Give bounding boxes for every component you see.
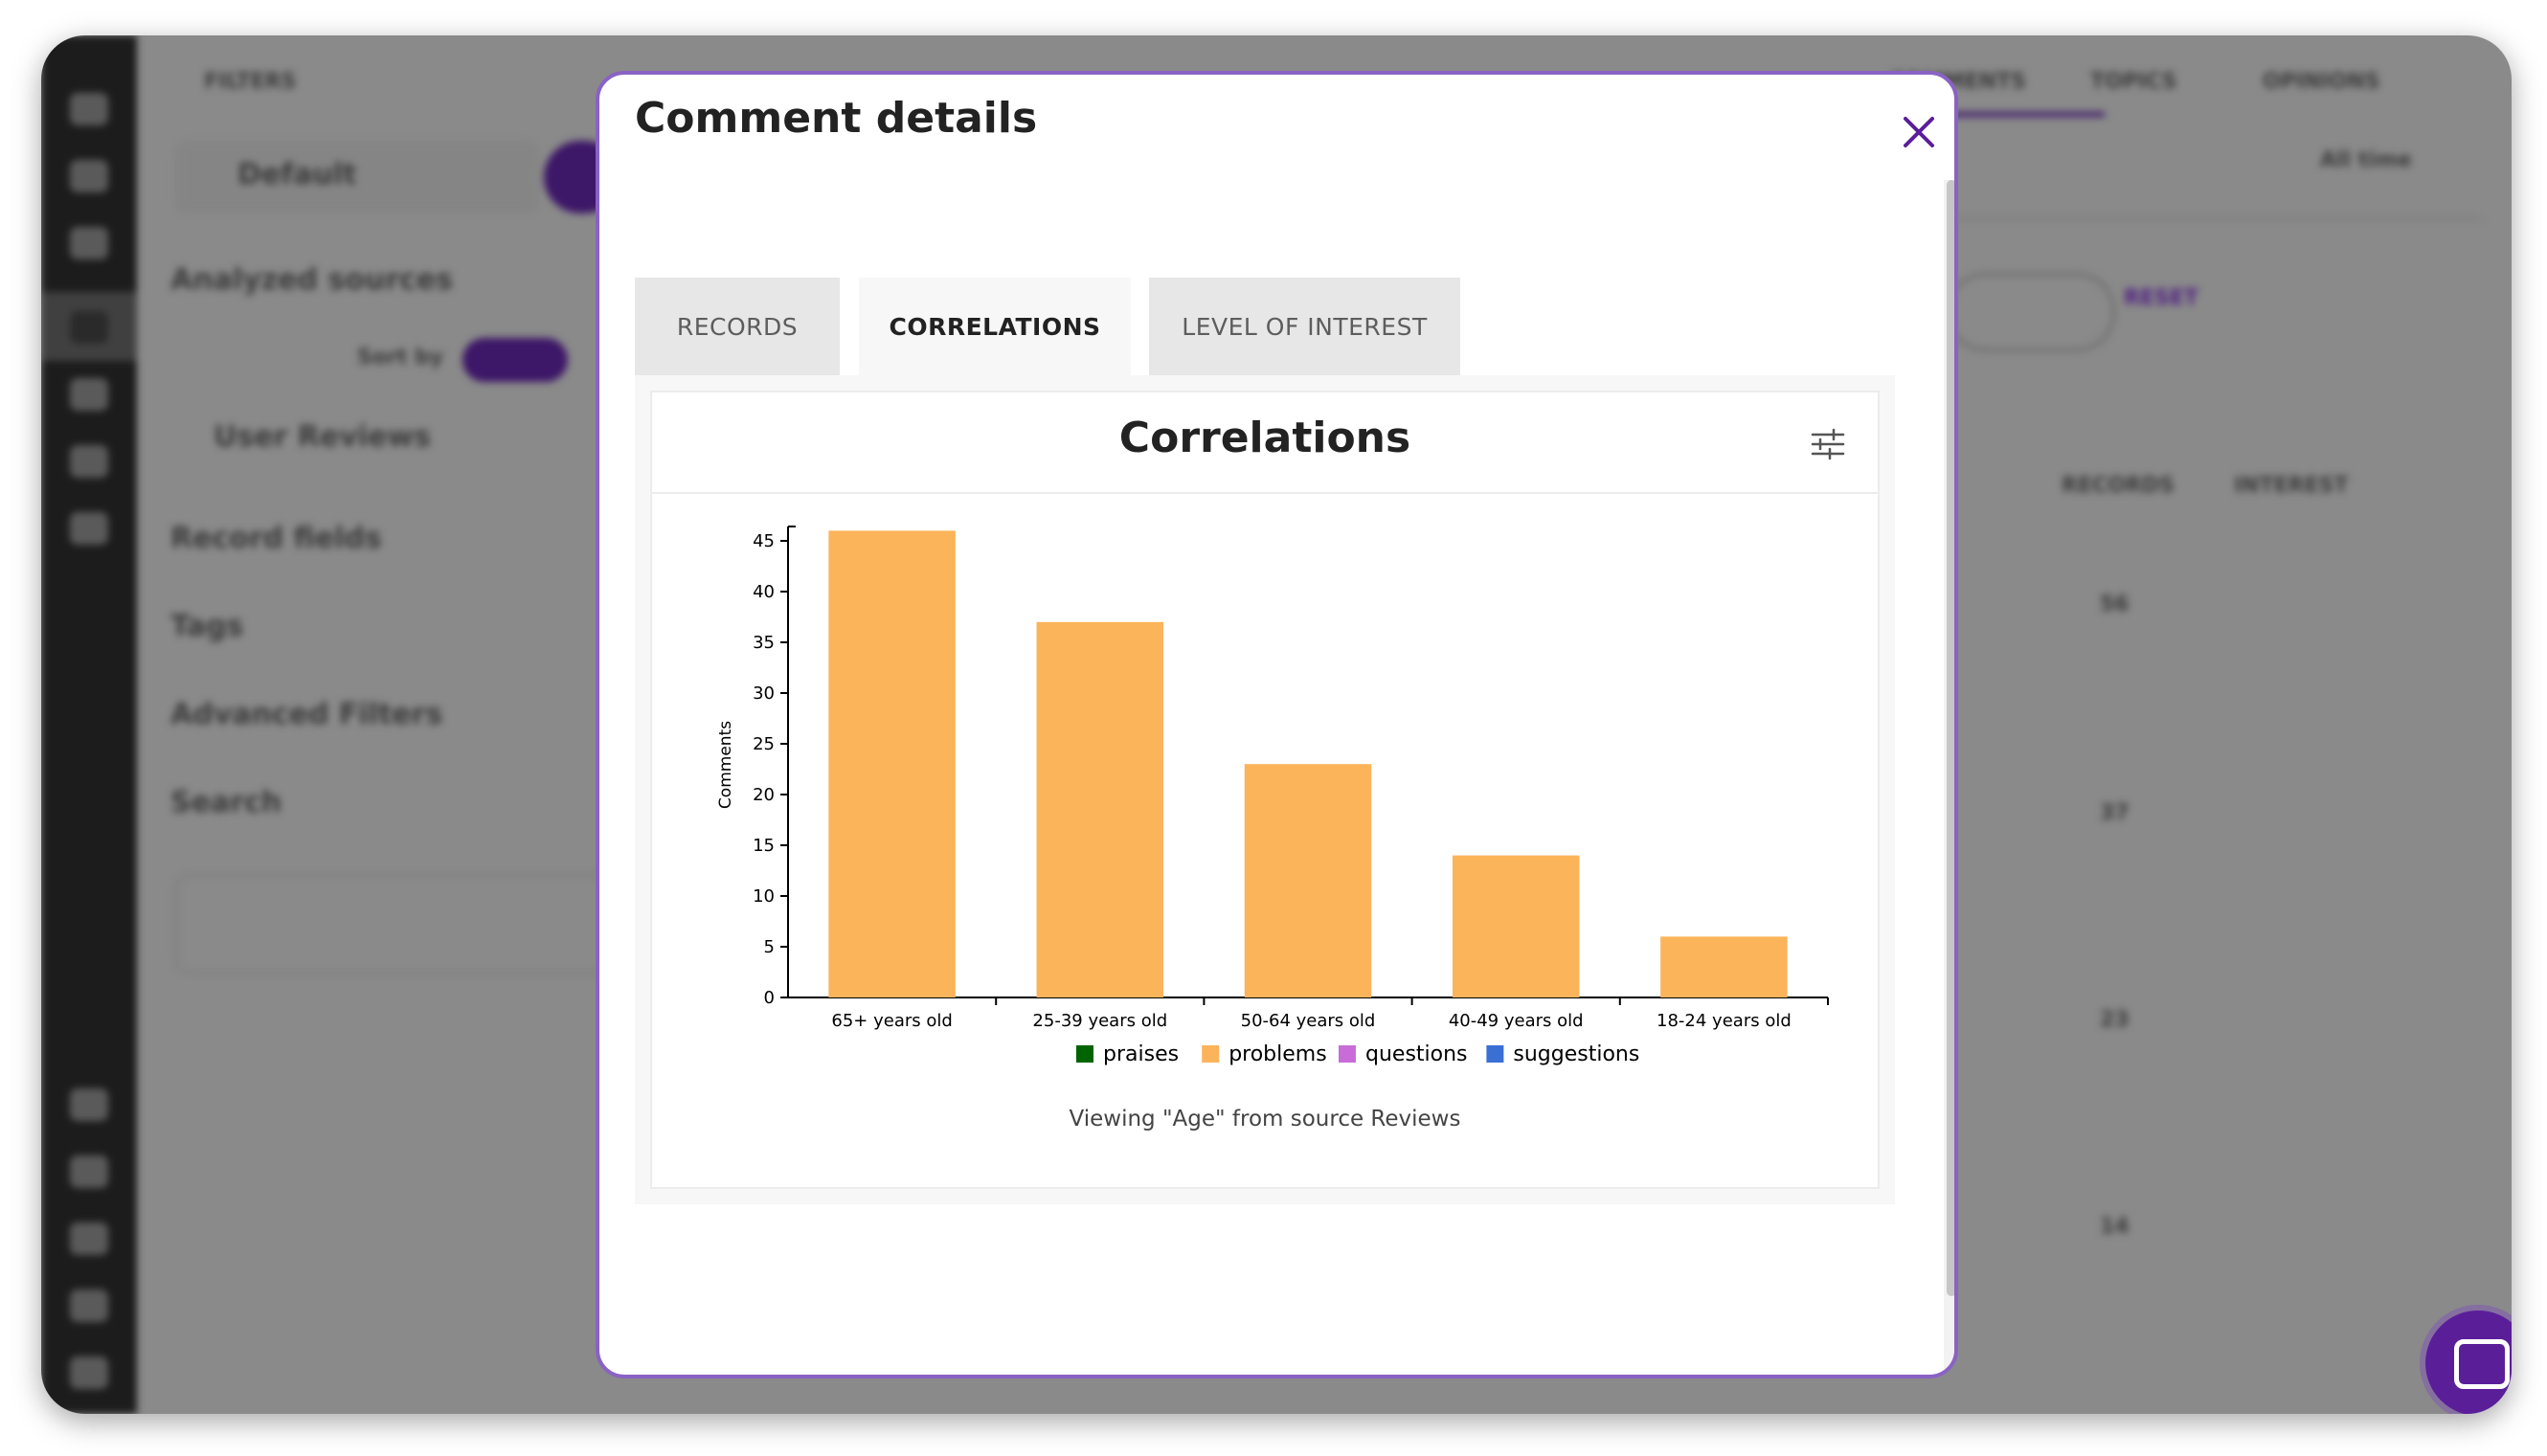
filter-pill[interactable] xyxy=(1947,273,2115,351)
bar-problems xyxy=(1660,936,1788,997)
chart-caption: Viewing "Age" from source Reviews xyxy=(1069,1107,1461,1131)
records-column-header: RECORDS xyxy=(2062,474,2175,498)
legend-swatch-problems xyxy=(1202,1045,1220,1063)
row-records-value: 37 xyxy=(2100,801,2130,825)
row-records-value: 23 xyxy=(2100,1008,2130,1032)
interest-column-header: INTEREST xyxy=(2234,474,2349,498)
bar-problems xyxy=(1452,855,1580,997)
advanced-filters-label[interactable]: Advanced Filters xyxy=(170,698,442,731)
y-axis-label: Comments xyxy=(716,721,735,809)
help-icon[interactable] xyxy=(70,1088,108,1121)
x-tick-label: 40-49 years old xyxy=(1449,1011,1584,1031)
tab-records[interactable]: RECORDS xyxy=(635,278,840,375)
tab-correlations[interactable]: CORRELATIONS xyxy=(859,278,1131,375)
y-tick-label: 0 xyxy=(764,988,775,1008)
sort-by-label: Sort by xyxy=(357,346,444,370)
tags-label[interactable]: Tags xyxy=(170,610,243,643)
legend-label-suggestions: suggestions xyxy=(1513,1042,1639,1066)
y-tick-label: 40 xyxy=(753,582,775,602)
left-nav-rail xyxy=(41,35,137,1414)
settings-icon[interactable] xyxy=(70,378,108,411)
sliders-icon[interactable] xyxy=(1809,425,1847,463)
close-icon[interactable] xyxy=(1896,109,1942,155)
tab-panel: Correlations 0 5 10 15 20 25 30 35 40 45 Comments 6… xyxy=(635,375,1895,1204)
preset-dropdown[interactable] xyxy=(175,141,539,213)
legend-label-praises: praises xyxy=(1103,1042,1179,1066)
record-fields-label[interactable]: Record fields xyxy=(170,522,382,555)
x-tick-label: 25-39 years old xyxy=(1032,1011,1167,1031)
legend-swatch-suggestions xyxy=(1486,1045,1504,1063)
grid-icon[interactable] xyxy=(70,1289,108,1322)
tab-topics[interactable]: TOPICS xyxy=(2090,70,2176,94)
filters-label: FILTERS xyxy=(204,70,297,94)
y-tick-label: 25 xyxy=(753,734,775,754)
preset-value: Default xyxy=(237,158,357,191)
document-icon[interactable] xyxy=(70,227,108,259)
tools-icon[interactable] xyxy=(70,445,108,478)
y-tick-label: 15 xyxy=(753,836,775,856)
bar-problems xyxy=(1036,621,1164,997)
row-records-value: 14 xyxy=(2100,1215,2130,1239)
time-range-select[interactable]: All time xyxy=(2320,148,2412,172)
modal-scrollbar-thumb[interactable] xyxy=(1947,180,1954,1296)
comment-details-modal: Comment details RECORDS CORRELATIONS LEV… xyxy=(596,71,1958,1378)
search-input[interactable] xyxy=(175,874,639,974)
y-tick-label: 5 xyxy=(764,937,775,957)
logo-icon xyxy=(70,93,108,125)
correlations-bar-chart: 0 5 10 15 20 25 30 35 40 45 Comments 65+ years old 2… xyxy=(716,526,1829,1066)
y-tick-label: 30 xyxy=(753,683,775,704)
x-tick-label: 50-64 years old xyxy=(1241,1011,1376,1031)
user-reviews-checkbox[interactable]: User Reviews xyxy=(214,420,431,454)
modal-title: Comment details xyxy=(635,94,1038,143)
y-tick-label: 10 xyxy=(753,886,775,907)
search-label: Search xyxy=(170,786,282,819)
chart-heading: Correlations xyxy=(1118,414,1411,462)
chart-card: Correlations 0 5 10 15 20 25 30 35 40 45 Comments 6… xyxy=(650,391,1880,1189)
y-tick-label: 45 xyxy=(753,531,775,551)
x-tick-label: 18-24 years old xyxy=(1657,1011,1792,1031)
legend-swatch-praises xyxy=(1076,1045,1093,1063)
row-records-value: 56 xyxy=(2100,593,2130,616)
legend-label-questions: questions xyxy=(1365,1042,1468,1066)
tab-opinions[interactable]: OPINIONS xyxy=(2263,70,2380,94)
globe-icon[interactable] xyxy=(70,512,108,545)
y-tick-label: 20 xyxy=(753,785,775,805)
dashboard-icon[interactable] xyxy=(70,160,108,192)
x-tick-label: 65+ years old xyxy=(831,1011,952,1031)
bar-problems xyxy=(828,530,956,997)
bar-problems xyxy=(1244,764,1372,997)
user-icon[interactable] xyxy=(70,1222,108,1255)
analytics-icon[interactable] xyxy=(70,311,108,344)
reset-link[interactable]: RESET xyxy=(2124,286,2198,310)
legend-label-problems: problems xyxy=(1228,1042,1327,1066)
tab-level-of-interest[interactable]: LEVEL OF INTEREST xyxy=(1149,278,1460,375)
y-tick-label: 35 xyxy=(753,633,775,653)
info-icon[interactable] xyxy=(70,1155,108,1188)
sort-recent-pill[interactable] xyxy=(462,338,568,382)
divider xyxy=(1947,217,2483,219)
legend-swatch-questions xyxy=(1339,1045,1356,1063)
collapse-icon[interactable] xyxy=(70,1356,108,1389)
analyzed-sources-label: Analyzed sources xyxy=(170,263,453,297)
